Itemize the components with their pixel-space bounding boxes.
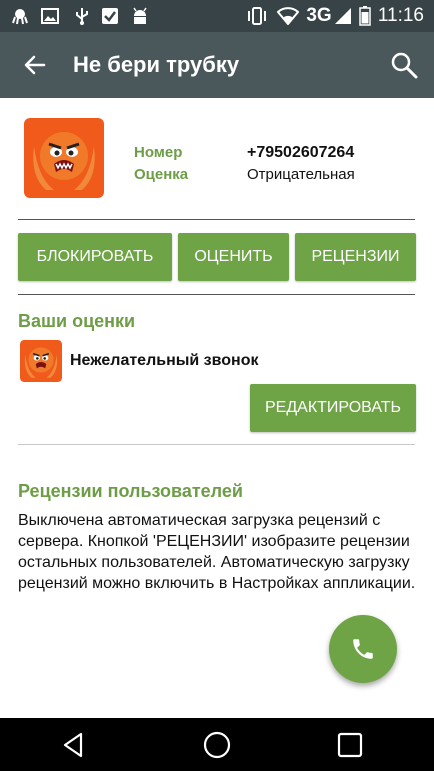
divider	[18, 294, 415, 295]
android-icon	[130, 6, 150, 26]
network-type: 3G	[306, 5, 332, 26]
wifi-icon	[276, 6, 300, 26]
call-button[interactable]	[329, 615, 397, 683]
rating-label: Оценка	[134, 166, 189, 183]
your-ratings-title: Ваши оценки	[18, 311, 136, 331]
vibrate-icon	[246, 6, 268, 26]
arrow-back-icon[interactable]	[20, 50, 50, 80]
rating-item-text: Нежелательный звонок	[70, 352, 259, 369]
user-reviews-title: Рецензии пользователей	[18, 481, 243, 501]
usb-icon	[72, 6, 92, 26]
status-time: 11:16	[377, 5, 424, 26]
image-icon	[40, 6, 60, 26]
rating-avatar	[20, 340, 62, 382]
divider	[18, 219, 415, 220]
block-button[interactable]: БЛОКИРОВАТЬ	[18, 233, 172, 281]
search-icon[interactable]	[388, 49, 420, 81]
reviews-button[interactable]: РЕЦЕНЗИИ	[295, 233, 416, 281]
signal-icon	[333, 6, 353, 26]
number-label: Номер	[134, 144, 183, 161]
caller-avatar	[24, 118, 104, 198]
recents-nav-icon[interactable]	[333, 728, 367, 762]
rate-button[interactable]: ОЦЕНИТЬ	[178, 233, 289, 281]
rating-value: Отрицательная	[247, 166, 355, 183]
edit-button[interactable]: РЕДАКТИРОВАТЬ	[250, 384, 416, 432]
page-title: Не бери трубку	[73, 52, 240, 77]
checkbox-icon	[100, 6, 120, 26]
user-reviews-text: Выключена автоматическая загрузка реценз…	[18, 512, 416, 592]
octopus-icon	[10, 6, 30, 26]
home-nav-icon[interactable]	[200, 728, 234, 762]
back-nav-icon[interactable]	[56, 728, 90, 762]
phone-icon	[353, 639, 373, 659]
battery-icon	[357, 6, 373, 26]
app-bar: Не бери трубку	[0, 32, 434, 98]
status-bar: 3G 11:16	[0, 0, 434, 32]
divider	[18, 444, 415, 445]
navigation-bar	[0, 718, 434, 771]
number-value: +79502607264	[247, 144, 355, 161]
